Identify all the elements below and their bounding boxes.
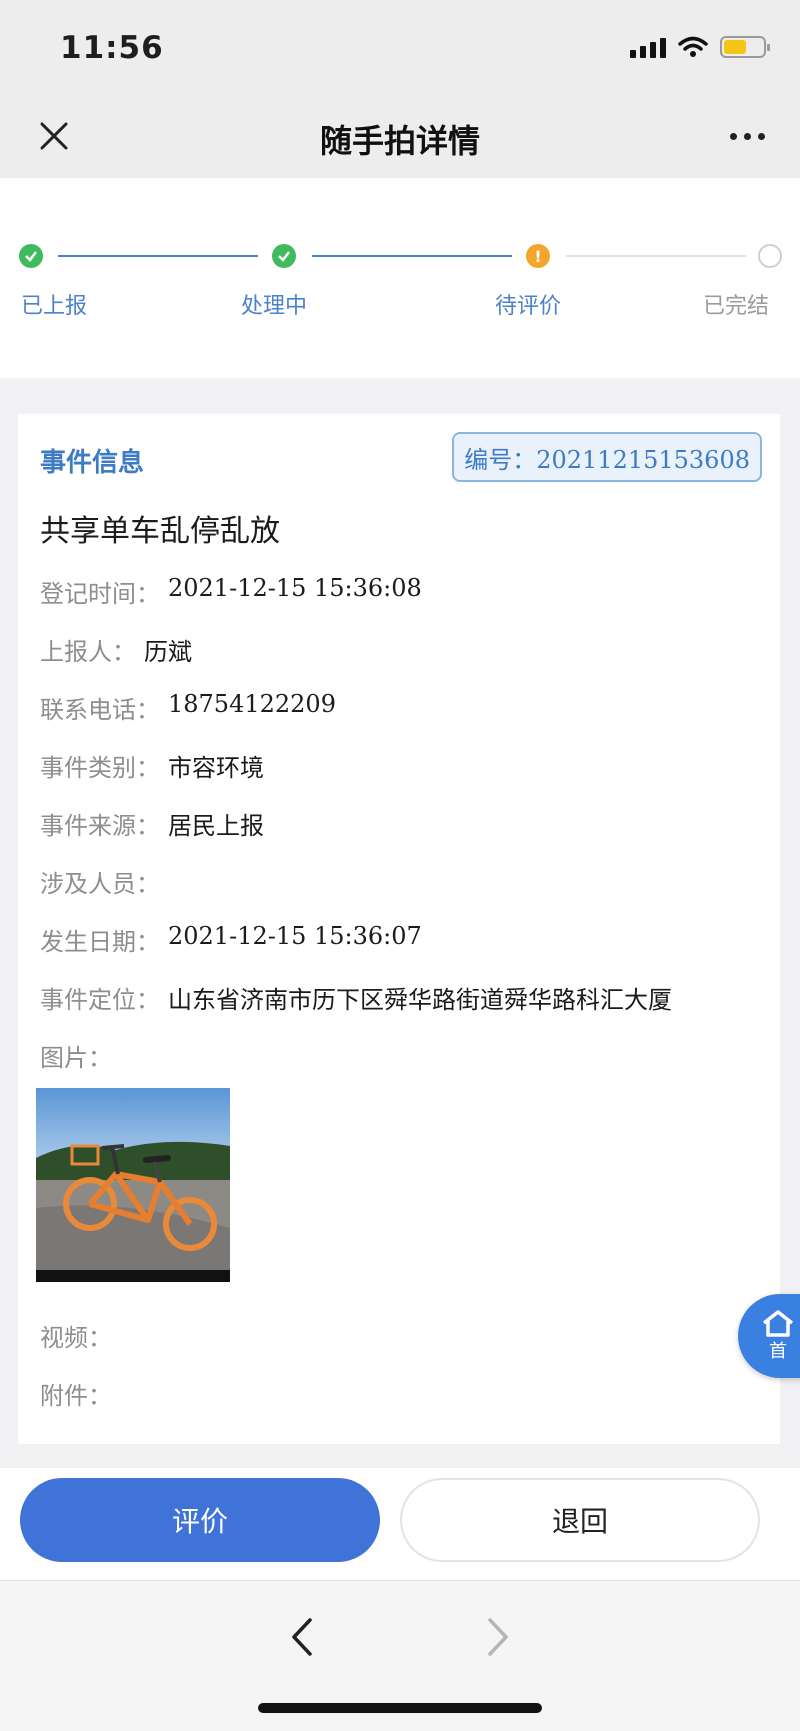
section-title: 事件信息 bbox=[40, 448, 145, 478]
step-connector bbox=[312, 255, 512, 257]
step-label: 处理中 bbox=[240, 294, 307, 319]
chevron-right-icon bbox=[488, 1618, 508, 1656]
page-title: 随手拍详情 bbox=[319, 122, 480, 160]
return-button[interactable]: 退回 bbox=[400, 1478, 760, 1562]
more-button[interactable] bbox=[722, 112, 772, 160]
event-title: 共享单车乱停乱放 bbox=[40, 514, 280, 549]
status-icons bbox=[630, 36, 770, 58]
field-occur-date: 发生日期： 2021-12-15 15:36:07 bbox=[40, 922, 422, 956]
content-area: 事件信息 编号：20211215153608 共享单车乱停乱放 登记时间： 20… bbox=[0, 378, 800, 1468]
field-register-time: 登记时间： 2021-12-15 15:36:08 bbox=[40, 574, 422, 608]
field-images: 图片： bbox=[40, 1044, 112, 1072]
status-time: 11:56 bbox=[60, 30, 164, 66]
status-bar: 11:56 bbox=[0, 0, 800, 96]
field-source: 事件来源： 居民上报 bbox=[40, 812, 264, 840]
home-icon bbox=[762, 1310, 794, 1337]
progress-steps: ! 已上报 处理中 待评价 已完结 bbox=[0, 178, 800, 378]
forward-button[interactable] bbox=[468, 1607, 528, 1667]
rate-button[interactable]: 评价 bbox=[20, 1478, 380, 1562]
battery-icon bbox=[720, 36, 770, 58]
home-indicator bbox=[258, 1703, 542, 1713]
signal-icon bbox=[630, 36, 666, 58]
event-photo[interactable] bbox=[36, 1088, 230, 1282]
browser-toolbar bbox=[0, 1580, 800, 1731]
step-done-icon bbox=[272, 244, 296, 268]
step-label: 已完结 bbox=[702, 294, 769, 319]
step-connector bbox=[566, 255, 746, 257]
event-code-badge: 编号：20211215153608 bbox=[452, 432, 762, 482]
wifi-icon bbox=[678, 36, 708, 57]
step-connector bbox=[58, 255, 258, 257]
field-location: 事件定位： 山东省济南市历下区舜华路街道舜华路科汇大厦 bbox=[40, 986, 672, 1014]
more-icon bbox=[729, 132, 737, 140]
nav-bar: 随手拍详情 bbox=[0, 96, 800, 178]
field-category: 事件类别： 市容环境 bbox=[40, 754, 264, 782]
field-video: 视频： bbox=[40, 1324, 112, 1352]
step-current-icon: ! bbox=[526, 244, 550, 268]
event-info-card: 事件信息 编号：20211215153608 共享单车乱停乱放 登记时间： 20… bbox=[18, 414, 780, 1444]
step-pending-icon bbox=[758, 244, 782, 268]
field-reporter: 上报人： 历斌 bbox=[40, 638, 192, 666]
step-done-icon bbox=[19, 244, 43, 268]
action-bar: 评价 退回 bbox=[0, 1468, 800, 1580]
home-float-label: 首 bbox=[769, 1341, 787, 1362]
chevron-left-icon bbox=[292, 1618, 312, 1656]
field-phone: 联系电话： 18754122209 bbox=[40, 690, 336, 724]
step-label: 已上报 bbox=[20, 294, 87, 319]
step-label: 待评价 bbox=[494, 294, 561, 319]
back-button[interactable] bbox=[272, 1607, 332, 1667]
bicycle-photo-image bbox=[36, 1088, 230, 1282]
field-persons: 涉及人员： bbox=[40, 870, 160, 898]
field-attachment: 附件： bbox=[40, 1382, 112, 1410]
